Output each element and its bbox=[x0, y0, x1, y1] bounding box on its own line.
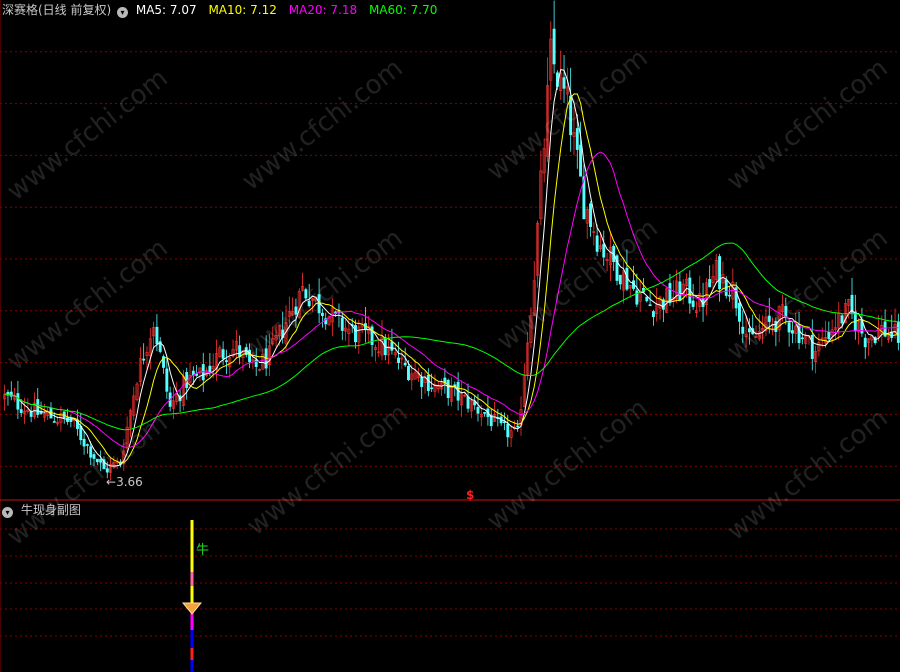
candle-body bbox=[827, 331, 831, 339]
candle-body bbox=[863, 337, 867, 348]
candle-body bbox=[320, 312, 324, 316]
low-arrow-icon: ← bbox=[106, 475, 117, 489]
candle-body bbox=[466, 396, 470, 409]
ma60-label: MA60: 7.70 bbox=[368, 3, 438, 17]
candle-body bbox=[224, 360, 228, 362]
candle-body bbox=[767, 315, 771, 322]
candle-body bbox=[92, 454, 96, 459]
marker-dollar-label: $ bbox=[466, 488, 475, 502]
candle-body bbox=[155, 326, 159, 344]
candle-body bbox=[430, 387, 434, 390]
candle-body bbox=[105, 468, 109, 473]
candle-body bbox=[85, 444, 89, 446]
candle-body bbox=[810, 334, 814, 359]
candle-body bbox=[840, 315, 844, 324]
candle-body bbox=[397, 357, 400, 363]
sub-indicator-settings-icon[interactable]: ▾ bbox=[2, 507, 13, 518]
candle-body bbox=[142, 358, 146, 361]
candle-body bbox=[89, 446, 93, 458]
candle-body bbox=[678, 281, 682, 301]
candle-body bbox=[294, 306, 298, 315]
candle-body bbox=[52, 421, 56, 423]
candle-body bbox=[420, 376, 424, 387]
candle-body bbox=[221, 349, 225, 359]
candle-body bbox=[426, 374, 430, 392]
candle-body bbox=[483, 412, 487, 414]
candle-body bbox=[99, 459, 103, 463]
candle-body bbox=[552, 28, 556, 65]
candle-body bbox=[718, 256, 722, 290]
candle-body bbox=[800, 337, 804, 340]
candle-body bbox=[254, 359, 258, 367]
main-panel-title: 深赛格(日线 前复权) bbox=[2, 3, 112, 17]
low-price-annotation: ←3.66 bbox=[106, 473, 143, 491]
candle-body bbox=[562, 77, 566, 89]
candle-body bbox=[708, 279, 712, 288]
candle-body bbox=[797, 323, 801, 344]
candle-body bbox=[476, 407, 480, 414]
candle-body bbox=[390, 341, 394, 351]
candle-body bbox=[645, 296, 649, 302]
candle-body bbox=[238, 345, 242, 358]
candle-body bbox=[579, 144, 583, 177]
candle-body bbox=[307, 300, 311, 307]
marker-dollar: $ bbox=[466, 486, 474, 504]
candle-body bbox=[787, 322, 791, 333]
candle-body bbox=[16, 393, 20, 410]
candle-body bbox=[340, 317, 344, 331]
candle-body bbox=[589, 203, 592, 227]
candle-body bbox=[728, 294, 731, 297]
candle-body bbox=[569, 95, 573, 136]
candle-body bbox=[648, 304, 652, 307]
candle-body bbox=[29, 411, 33, 417]
ma10-label: MA10: 7.12 bbox=[208, 3, 277, 17]
candle-body bbox=[506, 423, 510, 438]
candle-body bbox=[691, 300, 695, 307]
sub-panel-header: ▾ 牛现身副图 bbox=[0, 501, 81, 519]
candle-body bbox=[82, 438, 86, 447]
candle-body bbox=[784, 306, 788, 318]
candle-body bbox=[354, 325, 357, 343]
candle-body bbox=[304, 289, 308, 299]
candle-body bbox=[618, 274, 622, 285]
main-panel-header: 深赛格(日线 前复权) ▾ MA5: 7.07 MA10: 7.12 MA20:… bbox=[0, 1, 437, 19]
ma20-label: MA20: 7.18 bbox=[288, 3, 358, 17]
candle-body bbox=[602, 243, 606, 258]
candle-body bbox=[896, 321, 900, 343]
ma5-line bbox=[4, 69, 899, 467]
candle-body bbox=[95, 458, 99, 463]
indicator-settings-icon[interactable]: ▾ bbox=[117, 7, 129, 18]
candle-body bbox=[19, 409, 23, 413]
low-price-label: 3.66 bbox=[116, 475, 143, 489]
candle-body bbox=[407, 366, 410, 380]
candle-body bbox=[165, 368, 169, 392]
candle-body bbox=[790, 330, 794, 334]
stock-chart-window: 深赛格(日线 前复权) ▾ MA5: 7.07 MA10: 7.12 MA20:… bbox=[0, 0, 900, 672]
bull-signal-text: 牛 bbox=[196, 542, 209, 560]
candle-body bbox=[575, 128, 579, 150]
bull-signal-label: 牛 bbox=[196, 543, 210, 558]
ma5-label: MA5: 7.07 bbox=[135, 3, 197, 17]
candle-body bbox=[208, 365, 212, 374]
chart-canvas bbox=[0, 0, 900, 672]
candle-body bbox=[446, 379, 450, 398]
candle-body bbox=[403, 362, 407, 366]
candle-body bbox=[516, 425, 520, 428]
candle-body bbox=[741, 326, 745, 334]
candle-body bbox=[738, 302, 741, 322]
sub-panel-title: 牛现身副图 bbox=[20, 503, 81, 517]
candle-body bbox=[595, 235, 599, 252]
candle-body bbox=[651, 311, 655, 318]
candle-body bbox=[747, 328, 751, 333]
